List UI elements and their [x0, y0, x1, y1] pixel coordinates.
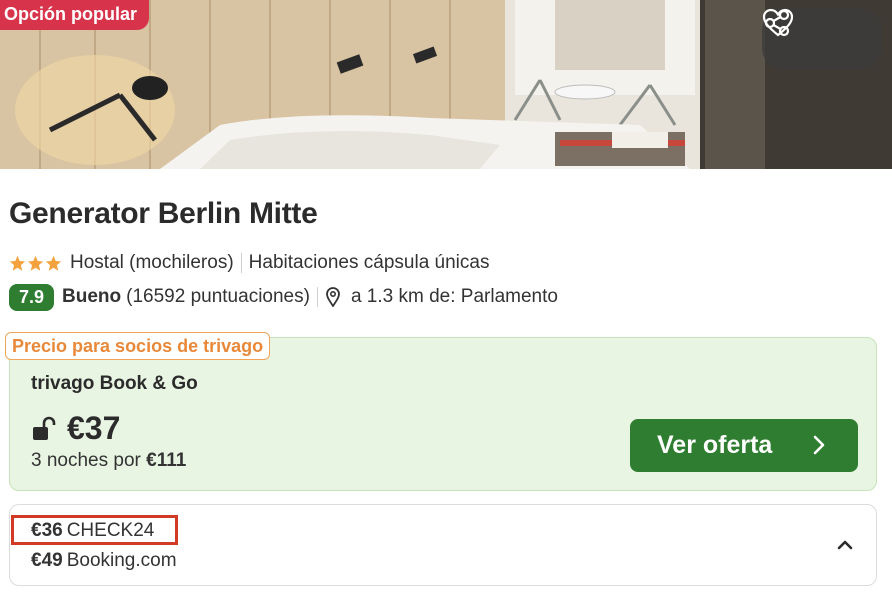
- other-offer-provider: Booking.com: [66, 550, 177, 571]
- partner-price-tag: Precio para socios de trivago: [5, 332, 271, 360]
- star-rating: [9, 255, 62, 272]
- offer-provider: trivago Book & Go: [31, 373, 198, 394]
- hotel-name[interactable]: Generator Berlin Mitte: [9, 197, 318, 231]
- hotel-type: Hostal (mochileros): [70, 252, 234, 273]
- other-offer-provider: CHECK24: [66, 520, 155, 541]
- divider: [240, 253, 242, 273]
- favorite-button[interactable]: [762, 8, 874, 61]
- nights-label: 3 noches por: [31, 450, 141, 471]
- star-icon: [9, 255, 26, 271]
- other-offer-row[interactable]: €36 CHECK24: [31, 520, 154, 542]
- chevron-up-icon[interactable]: [834, 534, 856, 556]
- heart-icon: [762, 8, 794, 37]
- hotel-photo[interactable]: Opción popular: [0, 0, 892, 169]
- nights-total-price: €111: [146, 450, 187, 471]
- review-count: (16592 puntuaciones): [126, 286, 310, 307]
- offer-price: €37: [67, 410, 121, 446]
- hero-actions: [762, 8, 882, 70]
- divider: [316, 287, 318, 307]
- view-offer-label: Ver oferta: [657, 431, 773, 459]
- main-offer-card[interactable]: trivago Book & Go €37 3 noches por €111 …: [9, 337, 877, 491]
- other-offer-price: €49: [31, 550, 63, 571]
- distance-text: a 1.3 km de: Parlamento: [350, 286, 558, 307]
- location-pin-icon: [326, 287, 340, 307]
- star-icon: [45, 255, 62, 271]
- other-offer-price: €36: [31, 520, 63, 541]
- chevron-right-icon: [813, 435, 825, 455]
- other-offers-panel[interactable]: €36 CHECK24 €49 Booking.com: [9, 504, 877, 586]
- nights-total-text: 3 noches por €111: [31, 450, 186, 472]
- hotel-feature: Habitaciones cápsula únicas: [248, 252, 490, 273]
- rating-label: Bueno: [62, 286, 122, 307]
- unlocked-lock-icon: [33, 416, 56, 440]
- popular-choice-badge: Opción popular: [0, 0, 149, 30]
- hotel-type-line: Hostal (mochileros) Habitaciones cápsula…: [9, 251, 489, 275]
- star-icon: [27, 255, 44, 271]
- rating-score-badge: 7.9: [9, 283, 55, 311]
- rating-line[interactable]: 7.9 Bueno (16592 puntuaciones) a 1.3 km …: [9, 283, 558, 311]
- view-offer-button[interactable]: Ver oferta: [630, 419, 858, 472]
- other-offer-row[interactable]: €49 Booking.com: [31, 550, 177, 572]
- offer-price-row: €37: [31, 410, 120, 447]
